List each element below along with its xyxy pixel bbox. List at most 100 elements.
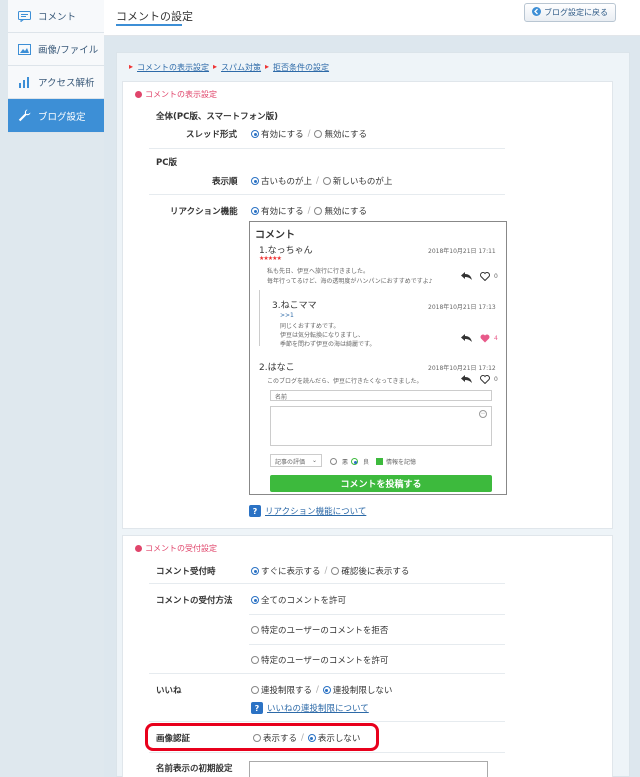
divider [149,148,505,149]
display-settings-title: コメントの表示設定 [145,90,217,99]
comment1-like-count: 0 [494,273,498,280]
name-input[interactable]: 名前 [270,390,492,401]
reaction-help: ? リアクション機能について [249,505,366,517]
comment3-like-count: 4 [494,335,498,342]
image-icon [16,42,32,56]
show-after-confirm-radio[interactable] [331,567,340,575]
method-reject-option: 特定のユーザーのコメントを拒否 [251,624,388,636]
name-default-label: 名前表示の初期設定 [156,764,233,774]
rating-bad-radio[interactable] [330,458,337,465]
comment1-stars: ★★★★★ [259,255,282,262]
wrench-icon [16,109,32,123]
comment3-date: 2018年10月21日 17:13 [428,304,496,311]
rating-good-radio[interactable] [351,458,359,465]
breadcrumb-link-display[interactable]: コメントの表示設定 [137,62,209,73]
thread-disable-radio[interactable] [314,130,323,138]
comment3-reply-ref: >>1 [280,312,294,319]
accept-settings-title: コメントの受付設定 [145,544,217,553]
comment2-like-count: 0 [494,376,498,383]
sidebar-item-image[interactable]: 画像/ファイル [8,33,104,66]
order-old-label: 古いものが上 [261,177,313,187]
reply-icon[interactable] [461,334,472,345]
divider [149,721,505,722]
reaction-help-link[interactable]: リアクション機能について [265,505,366,517]
remember-checkbox[interactable] [376,458,384,465]
name-default-input[interactable] [249,761,488,777]
emoji-icon[interactable] [479,410,487,421]
page-title: コメントの設定 [116,10,193,23]
reply-icon[interactable] [461,375,472,386]
post-comment-button[interactable]: コメントを投稿する [270,475,492,492]
method-all-option: 全てのコメントを許可 [251,594,346,606]
heart-icon[interactable] [480,272,490,284]
display-order-label: 表示順 [212,177,238,187]
show-immediately-radio[interactable] [251,567,259,575]
accept-settings-heading: コメントの受付設定 [135,543,217,554]
title-underline [116,24,182,26]
breadcrumb-arrow-icon: ▸ [265,62,270,71]
comment3-author: 3.ねこママ [272,301,317,311]
breadcrumb-link-spam[interactable]: スパム対策 [221,62,261,73]
like-options: 連投制限する / 連投制限しない [251,684,392,696]
comment2-author: 2.はなこ [259,363,295,373]
allow-users-label: 特定のユーザーのコメントを許可 [261,656,389,666]
comment2-line1: このブログを読んだら、伊豆に行きたくなってきました。 [267,378,423,385]
like-nolimit-label: 連投制限しない [332,686,393,696]
pc-version-label: PC版 [156,158,177,168]
comment1-line2: 毎年行ってるけど、海の透明度がハンパンにおすすめですよ♪ [267,278,433,285]
reaction-disable-radio[interactable] [314,207,323,215]
chart-icon [16,75,32,89]
rating-options: 悪 良 情報を記憶 [330,457,416,466]
divider [149,194,505,195]
method-allow-option: 特定のユーザーのコメントを許可 [251,654,388,666]
sidebar-item-label: アクセス解析 [38,78,95,89]
rating-good-label: 良 [363,459,370,466]
heart-filled-icon[interactable] [480,334,490,346]
like-label: いいね [156,686,182,696]
thread-line [259,290,260,346]
thread-enable-label: 有効にする [261,130,304,140]
allow-all-radio[interactable] [251,596,259,604]
comment-preview: コメント 1.なっちゃん 2018年10月21日 17:11 ★★★★★ 私も先… [249,221,507,495]
sidebar-item-comment[interactable]: コメント [8,0,104,33]
section-bullet-icon [135,545,142,552]
breadcrumb-arrow-icon: ▸ [129,62,134,71]
sidebar-item-label: 画像/ファイル [38,45,99,56]
timing-options: すぐに表示する / 確認後に表示する [251,565,409,577]
name-input-placeholder: 名前 [275,394,288,401]
order-new-label: 新しいものが上 [332,177,393,187]
like-limit-radio[interactable] [251,686,259,694]
back-to-blog-settings-button[interactable]: ブログ設定に戻る [524,3,616,22]
comment3-line3: 季節を問わず伊豆の海は綺麗です。 [280,341,376,348]
sidebar-item-label: ブログ設定 [38,111,86,123]
like-help-link[interactable]: いいねの連投制限について [267,702,369,714]
heart-icon[interactable] [480,375,490,387]
help-icon: ? [251,702,263,714]
rating-select[interactable]: 記事の評価 ⌄ [270,454,322,467]
accept-timing-label: コメント受付時 [156,567,216,577]
order-old-first-radio[interactable] [251,177,259,185]
reaction-options: 有効にする / 無効にする [251,205,367,217]
comment2-date: 2018年10月21日 17:12 [428,365,496,372]
comment3-line2: 伊豆は気分転換になりますし、 [280,332,365,339]
divider [149,752,505,753]
comment1-date: 2018年10月21日 17:11 [428,248,496,255]
reaction-disable-label: 無効にする [324,207,368,217]
breadcrumb: ▸ コメントの表示設定 ▸ スパム対策 ▸ 拒否条件の設定 [129,62,329,73]
all-devices-label: 全体(PC版、スマートフォン版) [156,112,278,122]
sidebar-item-analytics[interactable]: アクセス解析 [8,66,104,99]
thread-enable-radio[interactable] [251,130,259,138]
comment-textarea[interactable] [270,406,492,446]
reply-icon[interactable] [461,272,472,283]
breadcrumb-link-reject[interactable]: 拒否条件の設定 [273,62,329,73]
reaction-enable-radio[interactable] [251,207,259,215]
allow-users-radio[interactable] [251,656,259,664]
order-new-first-radio[interactable] [322,177,331,185]
reject-users-radio[interactable] [251,626,259,634]
thread-disable-label: 無効にする [324,130,368,140]
remember-label: 情報を記憶 [386,459,417,466]
back-button-label: ブログ設定に戻る [544,8,608,17]
like-nolimit-radio[interactable] [322,686,331,694]
display-settings-heading: コメントの表示設定 [135,89,217,100]
sidebar-item-blog-settings[interactable]: ブログ設定 [8,99,104,133]
